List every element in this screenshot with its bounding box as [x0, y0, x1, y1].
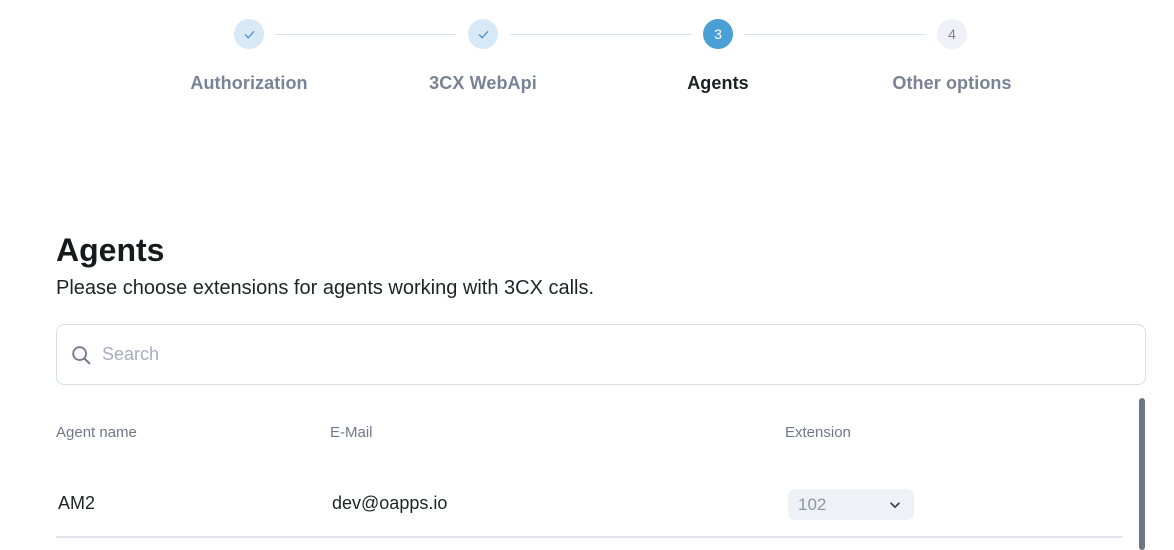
- column-header-extension[interactable]: Extension: [785, 424, 851, 441]
- column-header-email[interactable]: E-Mail: [330, 424, 373, 441]
- step-4-circle[interactable]: 4: [937, 19, 967, 49]
- agent-name-cell: AM2: [58, 493, 96, 513]
- search-input[interactable]: [102, 334, 1102, 375]
- step-label-other-options[interactable]: Other options: [842, 73, 1062, 94]
- page-subtitle: Please choose extensions for agents work…: [56, 277, 595, 299]
- stepper: 3 4 Authorization 3CX WebApi Agents Othe…: [0, 0, 1174, 110]
- row-divider: [56, 536, 1122, 538]
- column-header-agent-name[interactable]: Agent name: [56, 424, 137, 441]
- step-3-circle[interactable]: 3: [703, 19, 733, 49]
- agents-setup-page: 3 4 Authorization 3CX WebApi Agents Othe…: [0, 0, 1174, 550]
- step-label-authorization[interactable]: Authorization: [139, 73, 359, 94]
- email-cell: dev@oapps.io: [332, 493, 448, 513]
- step-label-3cx-webapi[interactable]: 3CX WebApi: [373, 73, 593, 94]
- extension-select[interactable]: 102: [788, 489, 914, 520]
- step-1-circle[interactable]: [234, 19, 264, 49]
- step-4-number: 4: [948, 26, 956, 42]
- step-connector: [510, 34, 691, 35]
- search-icon: [72, 345, 91, 364]
- chevron-down-icon: [890, 501, 900, 508]
- check-icon: [244, 30, 254, 38]
- step-connector: [275, 34, 456, 35]
- search-box: [56, 324, 1146, 385]
- check-icon: [478, 30, 488, 38]
- step-2-circle[interactable]: [468, 19, 498, 49]
- step-label-agents[interactable]: Agents: [608, 73, 828, 94]
- extension-select-value: 102: [798, 494, 827, 514]
- page-title: Agents: [56, 232, 165, 268]
- step-3-number: 3: [714, 26, 722, 42]
- table-scrollbar[interactable]: [1139, 398, 1145, 550]
- step-connector: [744, 34, 926, 35]
